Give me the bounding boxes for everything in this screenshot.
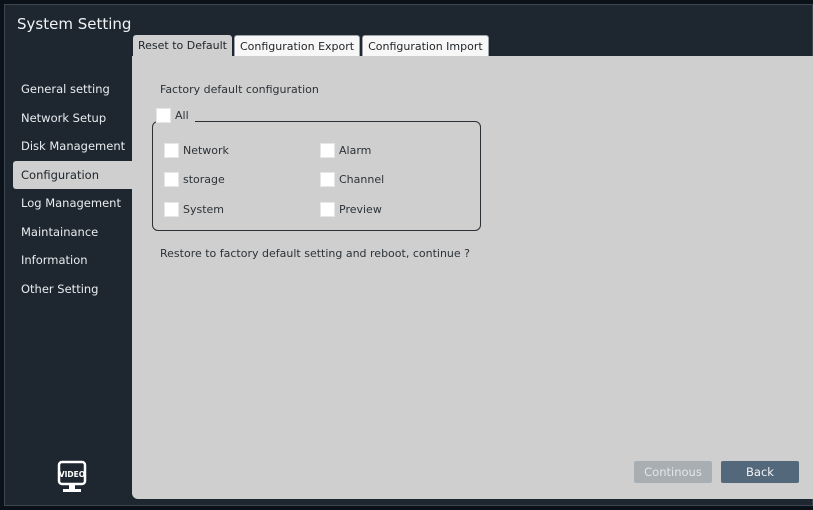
sidebar-item-network-setup[interactable]: Network Setup [5, 104, 132, 133]
system-label: System [183, 203, 225, 216]
sidebar-item-other-setting[interactable]: Other Setting [5, 275, 132, 304]
sidebar-item-maintainance[interactable]: Maintainance [5, 218, 132, 247]
all-checkbox[interactable] [156, 108, 171, 123]
option-storage: storage [164, 172, 225, 187]
preview-checkbox[interactable] [320, 202, 335, 217]
all-checkbox-row: All [156, 108, 195, 123]
restore-confirmation-message: Restore to factory default setting and r… [160, 247, 470, 260]
option-preview: Preview [320, 202, 382, 217]
sidebar-item-information[interactable]: Information [5, 246, 132, 275]
alarm-checkbox[interactable] [320, 143, 335, 158]
storage-label: storage [183, 173, 225, 186]
sidebar-item-log-management[interactable]: Log Management [5, 189, 132, 218]
tab-configuration-export[interactable]: Configuration Export [233, 35, 361, 57]
option-channel: Channel [320, 172, 384, 187]
factory-default-heading: Factory default configuration [160, 83, 319, 96]
storage-checkbox[interactable] [164, 172, 179, 187]
option-alarm: Alarm [320, 143, 371, 158]
option-system: System [164, 202, 224, 217]
network-label: Network [183, 144, 229, 157]
sidebar-item-general-setting[interactable]: General setting [5, 75, 132, 104]
sidebar-item-configuration[interactable]: Configuration [13, 160, 132, 189]
channel-checkbox[interactable] [320, 172, 335, 187]
video-monitor-logo-icon: VIDEO [57, 460, 87, 496]
all-label: All [175, 109, 189, 122]
back-button[interactable]: Back [721, 461, 799, 483]
sidebar-item-disk-management[interactable]: Disk Management [5, 132, 132, 161]
window-title: System Setting [17, 15, 132, 33]
option-network: Network [164, 143, 229, 158]
alarm-label: Alarm [339, 144, 372, 157]
tab-configuration-import[interactable]: Configuration Import [362, 35, 489, 57]
logo-text: VIDEO [59, 470, 85, 479]
continue-button[interactable]: Continous [634, 461, 712, 483]
sidebar: General setting Network Setup Disk Manag… [5, 75, 132, 303]
network-checkbox[interactable] [164, 143, 179, 158]
tab-reset-to-default[interactable]: Reset to Default [133, 35, 232, 57]
system-setting-window: System Setting Reset to Default Configur… [4, 4, 813, 506]
channel-label: Channel [339, 173, 385, 186]
tab-bar: Reset to Default Configuration Export Co… [133, 35, 489, 57]
preview-label: Preview [339, 203, 382, 216]
system-checkbox[interactable] [164, 202, 179, 217]
configuration-panel: Factory default configuration All Networ… [132, 56, 813, 499]
